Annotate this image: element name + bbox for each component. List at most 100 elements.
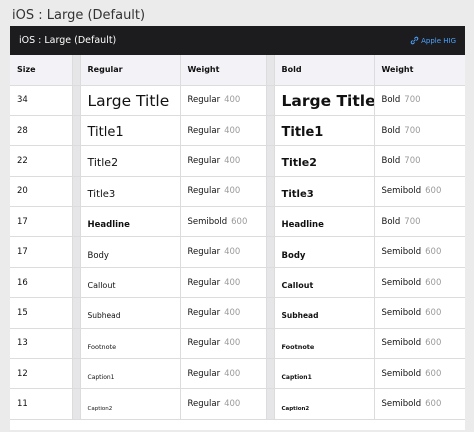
table-row: 20 Title3 Regular 400 Title3 Semibold 600 (10, 176, 465, 208)
regular-weight-cell-label: Regular (187, 125, 221, 136)
table-row: 11 Caption2 Regular 400 Caption2 Semibold 600 (10, 388, 465, 420)
bold-weight-cell: Semibold 600 (374, 297, 465, 329)
column-gutter (266, 267, 275, 299)
table-row: 28 Title1 Regular 400 Title1 Bold 700 (10, 115, 465, 147)
regular-weight-cell: Regular 400 (180, 358, 267, 390)
regular-sample-cell: Title2 (80, 145, 181, 177)
bold-sample-cell: Subhead (274, 297, 375, 329)
bold-sample-cell-text: Callout (281, 281, 314, 291)
regular-sample-cell: Headline (80, 206, 181, 238)
bold-sample-cell-text: Headline (281, 220, 324, 231)
bold-weight-cell: Bold 700 (374, 206, 465, 238)
bold-sample-cell-text: Title2 (281, 156, 317, 170)
bold-weight-cell-number: 700 (404, 155, 421, 166)
bold-sample-cell-text: Caption2 (281, 405, 310, 412)
bold-weight-cell-number: 700 (404, 95, 421, 106)
bold-sample-cell: Body (274, 236, 375, 268)
regular-weight-cell-label: Regular (187, 247, 221, 258)
size-cell-text: 17 (17, 216, 28, 227)
bold-weight-cell-label: Semibold (381, 277, 422, 288)
bold-weight-cell-label: Bold (381, 125, 401, 136)
regular-weight-cell-label: Regular (187, 186, 221, 197)
size-cell: 13 (10, 328, 73, 360)
bold-weight-cell-number: 600 (425, 277, 442, 288)
apple-hig-link[interactable]: Apple HIG (410, 36, 456, 45)
regular-weight-cell-number: 400 (224, 338, 241, 349)
size-cell-text: 20 (17, 186, 28, 197)
regular-weight-cell-label: Regular (187, 155, 221, 166)
size-cell-text: 16 (17, 277, 28, 288)
regular-weight-cell: Semibold 600 (180, 206, 267, 238)
column-gutter (72, 176, 81, 208)
regular-sample-cell-text: Title2 (87, 156, 119, 170)
size-cell: 11 (10, 388, 73, 420)
table-row: 22 Title2 Regular 400 Title2 Bold 700 (10, 145, 465, 177)
column-gutter (72, 85, 81, 116)
column-gutter (266, 115, 275, 147)
bold-weight-cell: Semibold 600 (374, 358, 465, 390)
regular-sample-cell: Footnote (80, 328, 181, 360)
regular-weight-cell-label: Regular (187, 338, 221, 349)
regular-sample-cell: Title1 (80, 115, 181, 147)
column-gutter (266, 328, 275, 360)
table-row: 12 Caption1 Regular 400 Caption1 Semibold 600 (10, 358, 465, 390)
regular-sample-cell: Subhead (80, 297, 181, 329)
table-row: 17 Headline Semibold 600 Headline Bold 700 (10, 206, 465, 238)
regular-sample-cell-text: Footnote (87, 342, 117, 351)
regular-sample-cell-text: Headline (87, 220, 130, 231)
bold-weight-cell: Semibold 600 (374, 176, 465, 208)
regular-weight-cell-number: 600 (231, 216, 248, 227)
page-title: iOS : Large (Default) (12, 8, 146, 23)
card-header: iOS : Large (Default) Apple HIG (10, 26, 465, 55)
regular-sample-cell: Caption1 (80, 358, 181, 390)
column-gutter (72, 297, 81, 329)
regular-weight-cell-number: 400 (224, 307, 241, 318)
regular-weight-cell: Regular 400 (180, 236, 267, 268)
size-cell: 22 (10, 145, 73, 177)
column-gutter (72, 388, 81, 420)
bold-sample-cell: Title1 (274, 115, 375, 147)
bold-sample-cell-text: Large Title (281, 91, 374, 110)
regular-sample-cell-text: Callout (87, 281, 116, 291)
column-gutter (72, 358, 81, 390)
regular-weight-cell-number: 400 (224, 155, 241, 166)
bold-weight-cell-number: 600 (425, 247, 442, 258)
bold-weight-cell: Semibold 600 (374, 236, 465, 268)
regular-weight-cell: Regular 400 (180, 85, 267, 116)
bold-weight-cell-label: Semibold (381, 247, 422, 258)
bold-weight-cell-label: Bold (381, 95, 401, 106)
column-header-weight: Weight (180, 55, 267, 86)
regular-sample-cell-text: Large Title (87, 91, 170, 110)
size-cell-text: 17 (17, 247, 28, 258)
column-gutter (266, 358, 275, 390)
column-gutter (72, 328, 81, 360)
size-cell-text: 28 (17, 125, 28, 136)
table-row: 15 Subhead Regular 400 Subhead Semibold 600 (10, 297, 465, 329)
bold-weight-cell-label: Bold (381, 155, 401, 166)
link-icon (410, 36, 419, 45)
regular-weight-cell-label: Regular (187, 399, 221, 410)
column-header-size: Size (10, 55, 73, 86)
size-cell: 17 (10, 236, 73, 268)
column-gutter (266, 176, 275, 208)
table-row: 17 Body Regular 400 Body Semibold 600 (10, 236, 465, 268)
regular-sample-cell: Body (80, 236, 181, 268)
bold-sample-cell: Caption2 (274, 388, 375, 420)
regular-weight-cell-number: 400 (224, 368, 241, 379)
regular-sample-cell-text: Title3 (87, 188, 116, 200)
regular-weight-cell-number: 400 (224, 186, 241, 197)
bold-weight-cell-number: 600 (425, 368, 442, 379)
column-gutter (72, 55, 81, 86)
regular-weight-cell-label: Regular (187, 368, 221, 379)
bold-weight-cell-number: 600 (425, 186, 442, 197)
size-cell-text: 13 (17, 338, 28, 349)
regular-weight-cell-number: 400 (224, 95, 241, 106)
column-gutter (266, 388, 275, 420)
regular-weight-cell: Regular 400 (180, 267, 267, 299)
bold-weight-cell-number: 700 (404, 216, 421, 227)
apple-hig-link-label: Apple HIG (421, 36, 456, 45)
column-gutter (266, 55, 275, 86)
bold-sample-cell: Title2 (274, 145, 375, 177)
regular-weight-cell-number: 400 (224, 399, 241, 410)
column-header-regular: Regular (80, 55, 181, 86)
